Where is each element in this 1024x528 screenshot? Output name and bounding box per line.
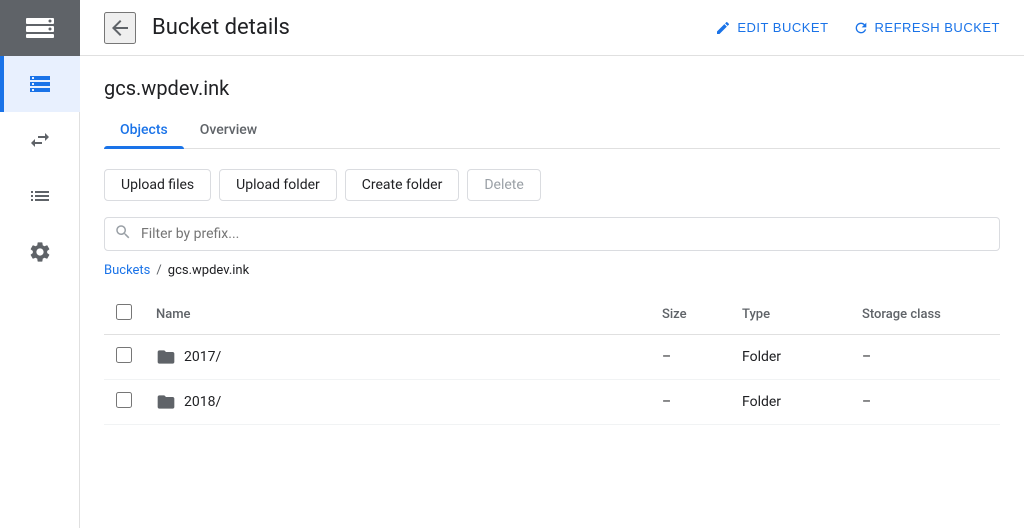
folder-icon [156, 392, 176, 412]
row-storage-class: – [850, 380, 1000, 425]
refresh-bucket-label: REFRESH BUCKET [875, 20, 1000, 35]
sidebar-item-list[interactable] [0, 168, 80, 224]
transfer-icon [28, 128, 52, 152]
sidebar-item-transfer[interactable] [0, 112, 80, 168]
storage-icon [28, 72, 52, 96]
table-body: 2017/ – Folder – 2018/ – [104, 335, 1000, 425]
settings-icon [28, 240, 52, 264]
folder-icon [156, 347, 176, 367]
breadcrumb-current: gcs.wpdev.ink [168, 263, 249, 278]
main-content: Bucket details EDIT BUCKET REFRESH BUCKE… [80, 0, 1024, 528]
content-area: gcs.wpdev.ink Objects Overview Upload fi… [80, 56, 1024, 528]
table-col-type: Type [730, 294, 850, 335]
row-name-cell: 2017/ [144, 335, 650, 380]
select-all-checkbox[interactable] [116, 304, 132, 320]
search-icon [114, 223, 132, 245]
row-type: Folder [730, 335, 850, 380]
table-col-name: Name [144, 294, 650, 335]
delete-button[interactable]: Delete [467, 169, 540, 201]
table-header-checkbox [104, 294, 144, 335]
topbar: Bucket details EDIT BUCKET REFRESH BUCKE… [80, 0, 1024, 56]
row-checkbox-cell [104, 335, 144, 380]
upload-folder-button[interactable]: Upload folder [219, 169, 337, 201]
table-col-storage: Storage class [850, 294, 1000, 335]
tab-objects[interactable]: Objects [104, 112, 184, 148]
sidebar-item-settings[interactable] [0, 224, 80, 280]
breadcrumb-separator: / [156, 263, 161, 278]
row-storage-class: – [850, 335, 1000, 380]
bucket-name: gcs.wpdev.ink [104, 76, 1000, 100]
app-logo [0, 0, 80, 56]
sidebar [0, 0, 80, 528]
filter-input[interactable] [104, 217, 1000, 251]
edit-icon [715, 20, 731, 36]
table-col-size: Size [650, 294, 730, 335]
row-type: Folder [730, 380, 850, 425]
action-buttons: Upload files Upload folder Create folder… [104, 169, 1000, 201]
topbar-actions: EDIT BUCKET REFRESH BUCKET [715, 20, 1000, 36]
page-title: Bucket details [152, 15, 699, 40]
refresh-bucket-button[interactable]: REFRESH BUCKET [853, 20, 1000, 36]
tab-overview[interactable]: Overview [184, 112, 273, 148]
objects-table: Name Size Type Storage class [104, 294, 1000, 425]
row-checkbox[interactable] [116, 392, 132, 408]
row-checkbox[interactable] [116, 347, 132, 363]
sidebar-item-storage[interactable] [0, 56, 80, 112]
table-row: 2018/ – Folder – [104, 380, 1000, 425]
table-header-row: Name Size Type Storage class [104, 294, 1000, 335]
tabs: Objects Overview [104, 112, 1000, 149]
create-folder-button[interactable]: Create folder [345, 169, 460, 201]
edit-bucket-label: EDIT BUCKET [737, 20, 828, 35]
logo-icon [24, 12, 56, 44]
list-icon [28, 184, 52, 208]
row-name[interactable]: 2017/ [184, 349, 221, 365]
breadcrumb: Buckets / gcs.wpdev.ink [104, 263, 1000, 278]
row-size: – [650, 380, 730, 425]
row-name-cell: 2018/ [144, 380, 650, 425]
refresh-icon [853, 20, 869, 36]
breadcrumb-buckets-link[interactable]: Buckets [104, 263, 150, 278]
back-button[interactable] [104, 12, 136, 44]
upload-files-button[interactable]: Upload files [104, 169, 211, 201]
edit-bucket-button[interactable]: EDIT BUCKET [715, 20, 828, 36]
table-row: 2017/ – Folder – [104, 335, 1000, 380]
row-size: – [650, 335, 730, 380]
row-name[interactable]: 2018/ [184, 394, 221, 410]
row-checkbox-cell [104, 380, 144, 425]
filter-container [104, 217, 1000, 251]
